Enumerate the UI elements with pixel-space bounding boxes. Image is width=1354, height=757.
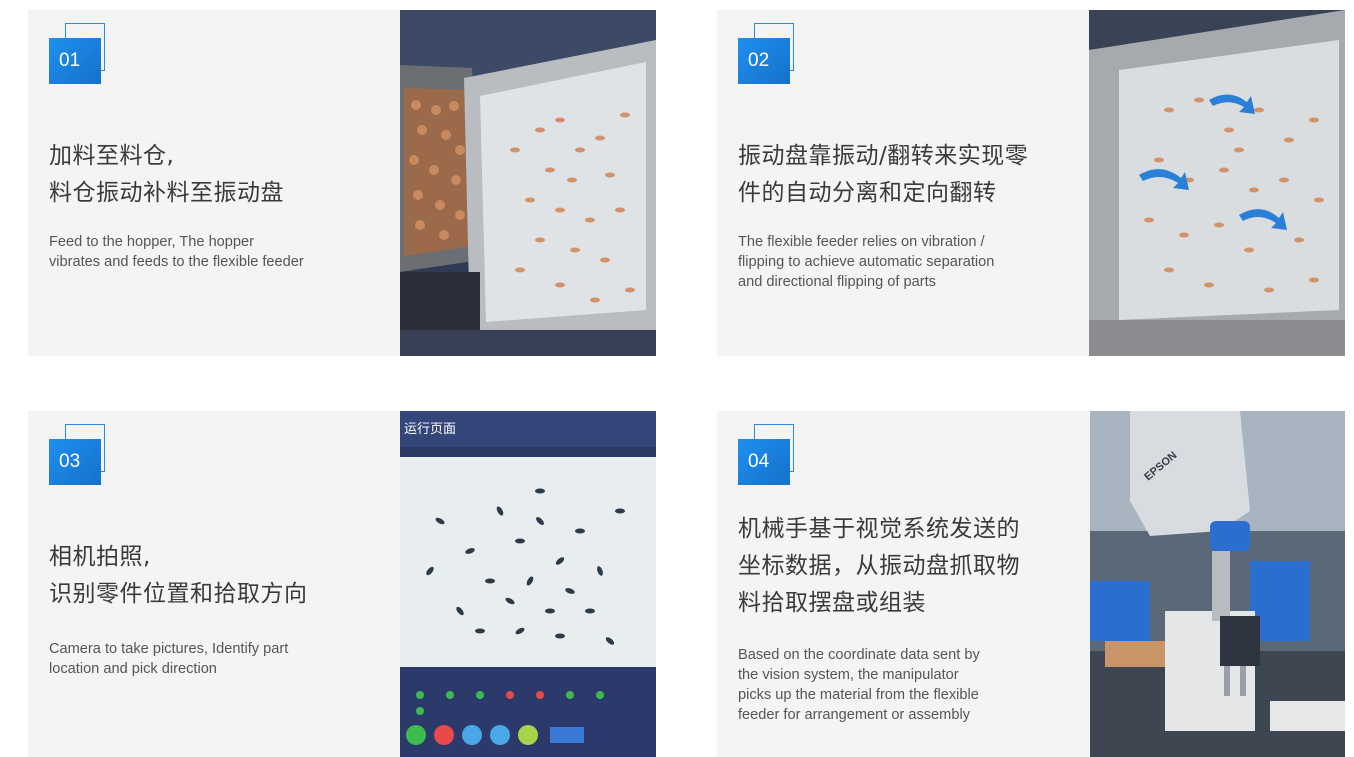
step-title-line: 料仓振动补料至振动盘 [49, 180, 284, 206]
step-text-area: 01 加料至料仓, 料仓振动补料至振动盘 Feed to the hopper,… [28, 10, 400, 356]
step-title-line: 振动盘靠振动/翻转来实现零 [738, 143, 1029, 169]
step-description: Camera to take pictures, Identify part l… [49, 639, 394, 679]
step-description-line: Based on the coordinate data sent by [738, 647, 980, 663]
step-title: 机械手基于视觉系统发送的 坐标数据，从振动盘抓取物 料拾取摆盘或组装 [738, 511, 1020, 622]
robot-arm-photo: EPSON [1090, 411, 1345, 757]
step-text-area: 04 机械手基于视觉系统发送的 坐标数据，从振动盘抓取物 料拾取摆盘或组装 Ba… [717, 411, 1089, 757]
step-title-line: 机械手基于视觉系统发送的 [738, 516, 1020, 542]
step-description-line: and directional flipping of parts [738, 274, 936, 290]
step-description-line: location and pick direction [49, 661, 217, 677]
step-title-line: 坐标数据，从振动盘抓取物 [738, 553, 1020, 579]
step-number-badge: 04 [738, 424, 796, 486]
step-description-line: Feed to the hopper, The hopper [49, 234, 255, 250]
step-description-line: vibrates and feeds to the flexible feede… [49, 254, 304, 270]
step-description-line: feeder for arrangement or assembly [738, 707, 970, 723]
screen-title: 运行页面 [404, 422, 456, 437]
step-number: 03 [49, 439, 101, 485]
step-card-4: 04 机械手基于视觉系统发送的 坐标数据，从振动盘抓取物 料拾取摆盘或组装 Ba… [717, 411, 1345, 757]
step-number: 04 [738, 439, 790, 485]
step-title: 振动盘靠振动/翻转来实现零 件的自动分离和定向翻转 [738, 138, 1028, 212]
step-title-line: 相机拍照, [49, 544, 151, 570]
step-text-area: 02 振动盘靠振动/翻转来实现零 件的自动分离和定向翻转 The flexibl… [717, 10, 1089, 356]
step-title: 相机拍照, 识别零件位置和拾取方向 [49, 539, 308, 613]
step-text-area: 03 相机拍照, 识别零件位置和拾取方向 Camera to take pict… [28, 411, 400, 757]
step-title-line: 加料至料仓, [49, 143, 175, 169]
step-number-badge: 01 [49, 23, 107, 85]
step-description: The flexible feeder relies on vibration … [738, 232, 1083, 292]
step-number: 01 [49, 38, 101, 84]
step-number-badge: 03 [49, 424, 107, 486]
step-description-line: flipping to achieve automatic separation [738, 254, 995, 270]
step-description-line: picks up the material from the flexible [738, 687, 979, 703]
step-description-line: the vision system, the manipulator [738, 667, 959, 683]
step-title-line: 件的自动分离和定向翻转 [738, 180, 997, 206]
step-number-badge: 02 [738, 23, 796, 85]
vision-screen-photo: 运行页面 [400, 411, 656, 757]
flexible-feeder-photo [1089, 10, 1345, 356]
step-card-3: 03 相机拍照, 识别零件位置和拾取方向 Camera to take pict… [28, 411, 656, 757]
step-title-line: 料拾取摆盘或组装 [738, 590, 926, 616]
step-card-1: 01 加料至料仓, 料仓振动补料至振动盘 Feed to the hopper,… [28, 10, 656, 356]
step-description-line: Camera to take pictures, Identify part [49, 641, 289, 657]
step-title: 加料至料仓, 料仓振动补料至振动盘 [49, 138, 284, 212]
step-title-line: 识别零件位置和拾取方向 [49, 581, 308, 607]
step-description: Feed to the hopper, The hopper vibrates … [49, 232, 394, 272]
step-card-2: 02 振动盘靠振动/翻转来实现零 件的自动分离和定向翻转 The flexibl… [717, 10, 1345, 356]
step-description: Based on the coordinate data sent by the… [738, 645, 1083, 725]
hopper-feeder-photo [400, 10, 656, 356]
step-number: 02 [738, 38, 790, 84]
step-description-line: The flexible feeder relies on vibration … [738, 234, 985, 250]
